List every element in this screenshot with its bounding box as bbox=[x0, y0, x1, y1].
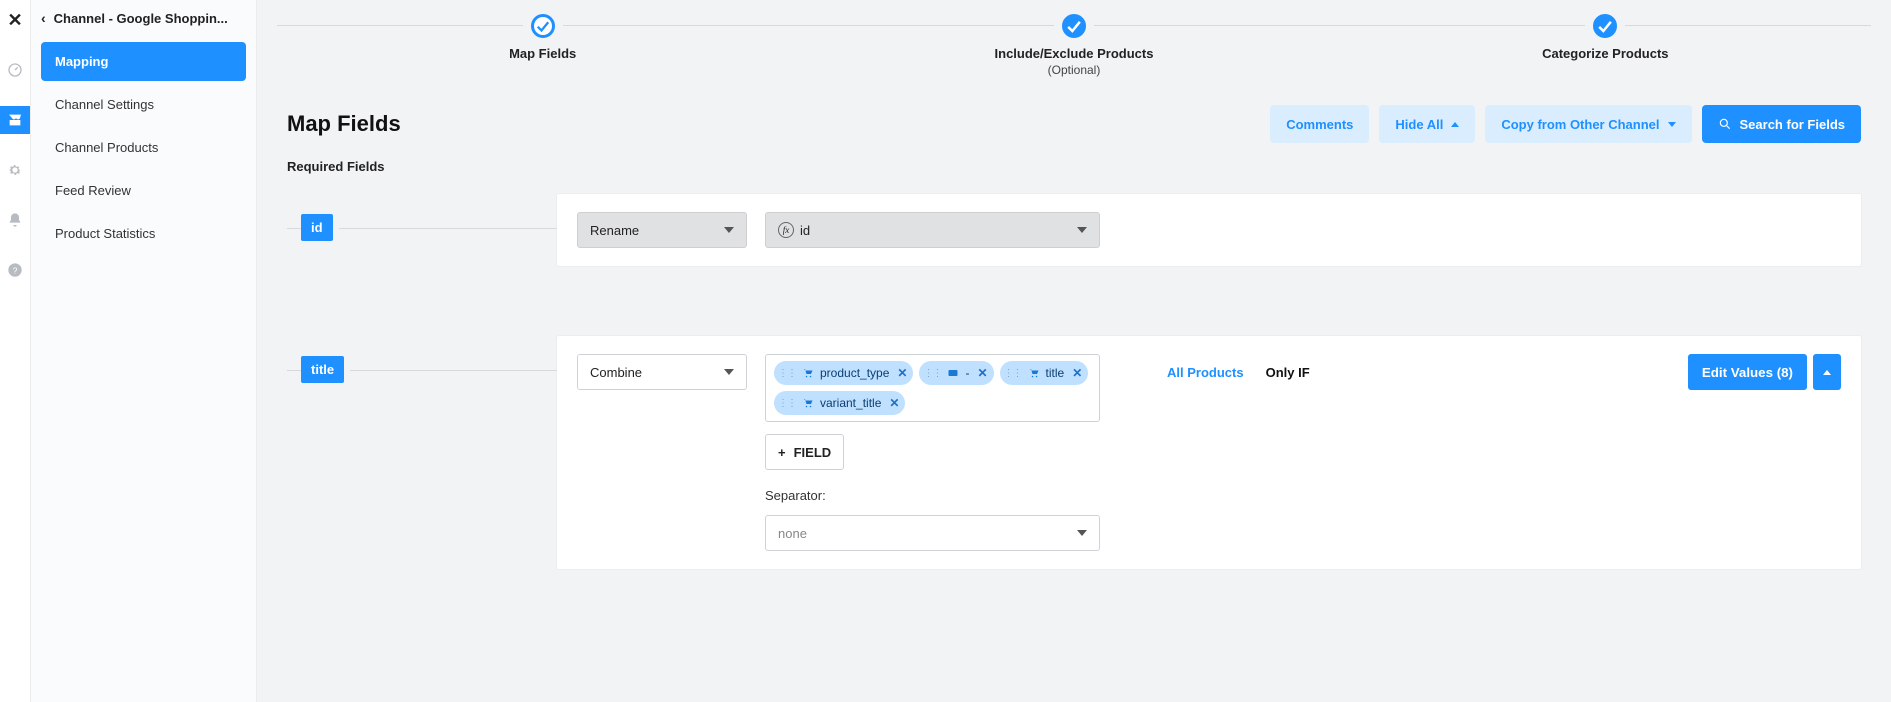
comments-button[interactable]: Comments bbox=[1270, 105, 1369, 143]
step-label: Categorize Products bbox=[1542, 46, 1668, 61]
dashboard-icon[interactable] bbox=[0, 56, 30, 84]
field-head: id bbox=[287, 194, 557, 241]
svg-text:?: ? bbox=[13, 265, 18, 275]
cart-icon bbox=[802, 367, 814, 379]
copy-channel-button[interactable]: Copy from Other Channel bbox=[1485, 105, 1691, 143]
source-select[interactable]: fxid bbox=[765, 212, 1100, 248]
nav-list: Mapping Channel Settings Channel Product… bbox=[31, 36, 256, 263]
combine-area: ⋮⋮ product_type ✕ ⋮⋮ - ✕ ⋮⋮ bbox=[765, 354, 1119, 551]
field-head: title bbox=[287, 336, 557, 383]
grip-icon: ⋮⋮ bbox=[923, 368, 941, 379]
field-card: Rename fxid bbox=[557, 194, 1861, 266]
step-map-fields[interactable]: Map Fields bbox=[277, 10, 808, 61]
grip-icon: ⋮⋮ bbox=[1004, 368, 1022, 379]
action-bar: Comments Hide All Copy from Other Channe… bbox=[1270, 105, 1861, 143]
nav-item-channel-settings[interactable]: Channel Settings bbox=[41, 85, 246, 124]
operation-value: Combine bbox=[590, 365, 642, 380]
tab-only-if[interactable]: Only IF bbox=[1266, 365, 1310, 380]
chevron-down-icon bbox=[724, 227, 734, 233]
chevron-down-icon bbox=[1668, 122, 1676, 127]
condition-tabs: All Products Only IF bbox=[1167, 354, 1688, 390]
chevron-up-icon bbox=[1451, 122, 1459, 127]
text-icon bbox=[947, 367, 959, 379]
hide-all-button[interactable]: Hide All bbox=[1379, 105, 1475, 143]
help-icon[interactable]: ? bbox=[0, 256, 30, 284]
source-value: id bbox=[800, 223, 810, 238]
check-icon bbox=[1593, 14, 1617, 38]
nav-item-feed-review[interactable]: Feed Review bbox=[41, 171, 246, 210]
chip-label: - bbox=[965, 366, 969, 380]
chevron-down-icon bbox=[1077, 530, 1087, 536]
nav-item-mapping[interactable]: Mapping bbox=[41, 42, 246, 81]
separator-label: Separator: bbox=[765, 488, 1119, 503]
operation-select[interactable]: Combine bbox=[577, 354, 747, 390]
chip-label: title bbox=[1046, 366, 1065, 380]
add-field-label: FIELD bbox=[794, 445, 832, 460]
store-icon[interactable] bbox=[0, 106, 30, 134]
field-tag: title bbox=[301, 356, 344, 383]
chevron-up-icon bbox=[1823, 370, 1831, 375]
page-header: Map Fields Comments Hide All Copy from O… bbox=[257, 77, 1891, 153]
remove-icon[interactable]: ✕ bbox=[889, 396, 899, 410]
cart-icon bbox=[1028, 367, 1040, 379]
chip-label: variant_title bbox=[820, 396, 881, 410]
grip-icon: ⋮⋮ bbox=[778, 398, 796, 409]
step-label: Map Fields bbox=[509, 46, 576, 61]
field-tag: id bbox=[301, 214, 333, 241]
settings-icon[interactable] bbox=[0, 156, 30, 184]
remove-icon[interactable]: ✕ bbox=[977, 366, 987, 380]
row-right: All Products Only IF Edit Values (8) bbox=[1137, 354, 1841, 390]
fx-icon: fx bbox=[778, 222, 794, 238]
field-row-title: title Combine ⋮⋮ product_type bbox=[287, 336, 1861, 569]
remove-icon[interactable]: ✕ bbox=[1072, 366, 1082, 380]
chip-variant-title[interactable]: ⋮⋮ variant_title ✕ bbox=[774, 391, 905, 415]
edit-values-button[interactable]: Edit Values (8) bbox=[1688, 354, 1807, 390]
close-icon[interactable]: ✕ bbox=[0, 6, 30, 34]
step-categorize[interactable]: Categorize Products bbox=[1340, 10, 1871, 61]
chevron-down-icon bbox=[1077, 227, 1087, 233]
edit-values-toggle[interactable] bbox=[1813, 354, 1841, 390]
step-label: Include/Exclude Products bbox=[995, 46, 1154, 61]
step-include-exclude[interactable]: Include/Exclude Products (Optional) bbox=[808, 10, 1339, 77]
search-icon bbox=[1718, 117, 1732, 131]
operation-value: Rename bbox=[590, 223, 639, 238]
chevron-down-icon bbox=[724, 369, 734, 375]
plus-icon: + bbox=[778, 445, 786, 460]
chip-product-type[interactable]: ⋮⋮ product_type ✕ bbox=[774, 361, 913, 385]
main: Map Fields Include/Exclude Products (Opt… bbox=[257, 0, 1891, 702]
add-field-button[interactable]: + FIELD bbox=[765, 434, 844, 470]
nav-item-product-statistics[interactable]: Product Statistics bbox=[41, 214, 246, 253]
cart-icon bbox=[802, 397, 814, 409]
edit-values-group: Edit Values (8) bbox=[1688, 354, 1841, 390]
icon-rail: ✕ ? bbox=[0, 0, 31, 702]
check-icon bbox=[531, 14, 555, 38]
operation-select[interactable]: Rename bbox=[577, 212, 747, 248]
chip-dash[interactable]: ⋮⋮ - ✕ bbox=[919, 361, 993, 385]
channel-title: Channel - Google Shoppin... bbox=[54, 11, 228, 26]
chip-label: product_type bbox=[820, 366, 889, 380]
grip-icon: ⋮⋮ bbox=[778, 368, 796, 379]
remove-icon[interactable]: ✕ bbox=[897, 366, 907, 380]
page-title: Map Fields bbox=[287, 111, 401, 137]
side-nav-header: ‹ Channel - Google Shoppin... bbox=[31, 0, 256, 36]
chip-title[interactable]: ⋮⋮ title ✕ bbox=[1000, 361, 1089, 385]
combine-chips[interactable]: ⋮⋮ product_type ✕ ⋮⋮ - ✕ ⋮⋮ bbox=[765, 354, 1100, 422]
search-fields-button[interactable]: Search for Fields bbox=[1702, 105, 1861, 143]
check-icon bbox=[1062, 14, 1086, 38]
field-row-id: id Rename fxid bbox=[287, 194, 1861, 266]
separator-select[interactable]: none bbox=[765, 515, 1100, 551]
step-sublabel: (Optional) bbox=[1048, 63, 1101, 77]
notifications-icon[interactable] bbox=[0, 206, 30, 234]
field-rows: id Rename fxid title bbox=[257, 194, 1891, 639]
stepper: Map Fields Include/Exclude Products (Opt… bbox=[257, 0, 1891, 77]
separator-value: none bbox=[778, 526, 807, 541]
tab-all-products[interactable]: All Products bbox=[1167, 365, 1244, 380]
field-card: Combine ⋮⋮ product_type ✕ ⋮⋮ bbox=[557, 336, 1861, 569]
nav-item-channel-products[interactable]: Channel Products bbox=[41, 128, 246, 167]
back-icon[interactable]: ‹ bbox=[41, 10, 46, 26]
side-nav: ‹ Channel - Google Shoppin... Mapping Ch… bbox=[31, 0, 257, 702]
required-fields-heading: Required Fields bbox=[257, 153, 1891, 194]
